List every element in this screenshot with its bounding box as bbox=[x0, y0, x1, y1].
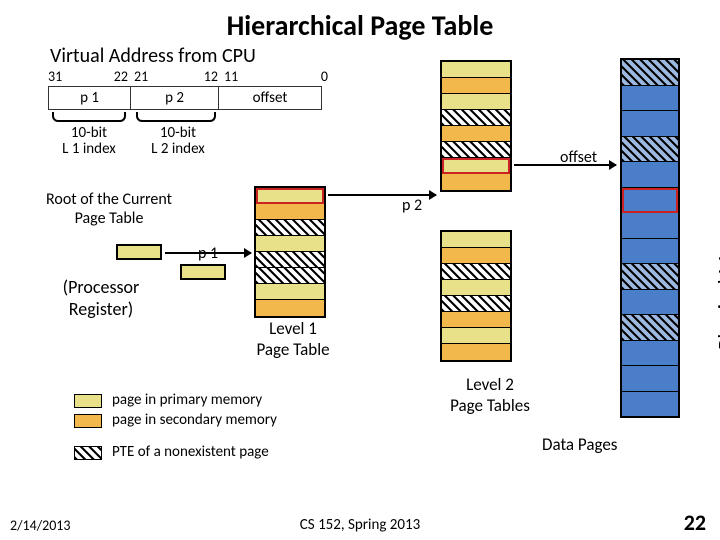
phys-seg bbox=[622, 137, 678, 163]
l1-row bbox=[256, 252, 324, 268]
legend-pte-ne: PTE of a nonexistent page bbox=[112, 443, 269, 461]
l2-row bbox=[442, 110, 510, 126]
va-p2: p 2 bbox=[131, 87, 219, 109]
va-offset: offset bbox=[219, 87, 321, 109]
level2-table-a bbox=[440, 60, 512, 192]
l2-row bbox=[442, 158, 510, 174]
level1-table bbox=[254, 186, 326, 318]
l1-index-label: 10-bit L 1 index bbox=[48, 125, 130, 157]
procreg-line2: Register) bbox=[69, 298, 133, 320]
l2-row bbox=[442, 94, 510, 110]
l2-row bbox=[442, 126, 510, 142]
level2-table-b bbox=[440, 230, 512, 362]
brace-p2 bbox=[136, 112, 216, 122]
footer-page-number: 22 bbox=[684, 509, 706, 536]
l2-row bbox=[442, 328, 510, 344]
l1-row bbox=[256, 236, 324, 252]
arrow-l2-to-phys bbox=[514, 164, 616, 166]
legend-swatch-pte-ne bbox=[74, 446, 102, 460]
l2-row bbox=[442, 296, 510, 312]
l1-line2: L 1 index bbox=[62, 140, 116, 158]
level2-line1: Level 2 bbox=[466, 374, 514, 395]
va-p1: p 1 bbox=[49, 87, 131, 109]
data-pages-label: Data Pages bbox=[542, 434, 617, 455]
l2-row bbox=[442, 312, 510, 328]
phys-seg bbox=[622, 341, 678, 367]
legend-primary: page in primary memory bbox=[112, 391, 262, 409]
processor-register-label: (Processor Register) bbox=[30, 276, 172, 320]
l2-row bbox=[442, 232, 510, 248]
bit-22: 22 bbox=[108, 68, 128, 85]
l2-row bbox=[442, 78, 510, 94]
l2-row bbox=[442, 62, 510, 78]
level1-line2: Page Table bbox=[256, 339, 329, 360]
p1-value-box bbox=[180, 264, 226, 280]
brace-p1 bbox=[52, 112, 126, 122]
processor-register-box bbox=[116, 244, 162, 260]
root-line2: Page Table bbox=[75, 209, 144, 228]
l2-row bbox=[442, 174, 510, 190]
footer-center: CS 152, Spring 2013 bbox=[0, 516, 720, 534]
l1-row bbox=[256, 188, 324, 204]
level1-line1: Level 1 bbox=[269, 318, 317, 339]
slide-title: Hierarchical Page Table bbox=[0, 8, 720, 43]
va-fields: p 1 p 2 offset bbox=[48, 86, 322, 110]
legend-swatch-primary bbox=[74, 394, 102, 408]
bit-12: 12 bbox=[198, 68, 218, 85]
root-label: Root of the Current Page Table bbox=[24, 190, 194, 228]
va-caption: Virtual Address from CPU bbox=[50, 44, 256, 68]
l1-row bbox=[256, 268, 324, 284]
l2-line2: L 2 index bbox=[151, 140, 205, 158]
va-bit-labels: 31 22 21 12 11 0 bbox=[48, 68, 328, 85]
bit-0: 0 bbox=[316, 68, 328, 85]
p2-pointer-label: p 2 bbox=[402, 196, 422, 215]
l2-index-label: 10-bit L 2 index bbox=[134, 125, 222, 157]
physical-memory-column bbox=[620, 58, 680, 418]
l2-row bbox=[442, 248, 510, 264]
level2-label: Level 2 Page Tables bbox=[430, 374, 550, 416]
l2-row bbox=[442, 264, 510, 280]
arrow-l1-to-l2 bbox=[328, 194, 436, 196]
l2-row bbox=[442, 344, 510, 360]
phys-seg bbox=[622, 290, 678, 316]
bit-31: 31 bbox=[48, 68, 58, 85]
l1-row bbox=[256, 220, 324, 236]
physical-memory-label: Physical Memory bbox=[712, 198, 720, 350]
root-line1: Root of the Current bbox=[46, 190, 172, 209]
phys-seg bbox=[622, 392, 678, 417]
level2-line2: Page Tables bbox=[450, 395, 530, 416]
l1-row bbox=[256, 284, 324, 300]
l1-row bbox=[256, 300, 324, 316]
l2-row bbox=[442, 142, 510, 158]
phys-seg bbox=[622, 366, 678, 392]
phys-seg bbox=[622, 315, 678, 341]
phys-seg bbox=[622, 111, 678, 137]
phys-seg bbox=[622, 213, 678, 239]
bit-11: 11 bbox=[224, 68, 244, 85]
l1-row bbox=[256, 204, 324, 220]
level1-label: Level 1 Page Table bbox=[238, 318, 348, 360]
arrow-reg-to-l1 bbox=[165, 252, 251, 254]
bit-21: 21 bbox=[134, 68, 154, 85]
phys-seg bbox=[622, 239, 678, 265]
phys-seg bbox=[622, 86, 678, 112]
phys-seg bbox=[622, 188, 678, 214]
phys-seg bbox=[622, 264, 678, 290]
legend-swatch-secondary bbox=[74, 414, 102, 428]
legend-secondary: page in secondary memory bbox=[112, 411, 277, 429]
phys-seg bbox=[622, 162, 678, 188]
l2-row bbox=[442, 280, 510, 296]
phys-seg bbox=[622, 60, 678, 86]
procreg-line1: (Processor bbox=[63, 276, 140, 298]
